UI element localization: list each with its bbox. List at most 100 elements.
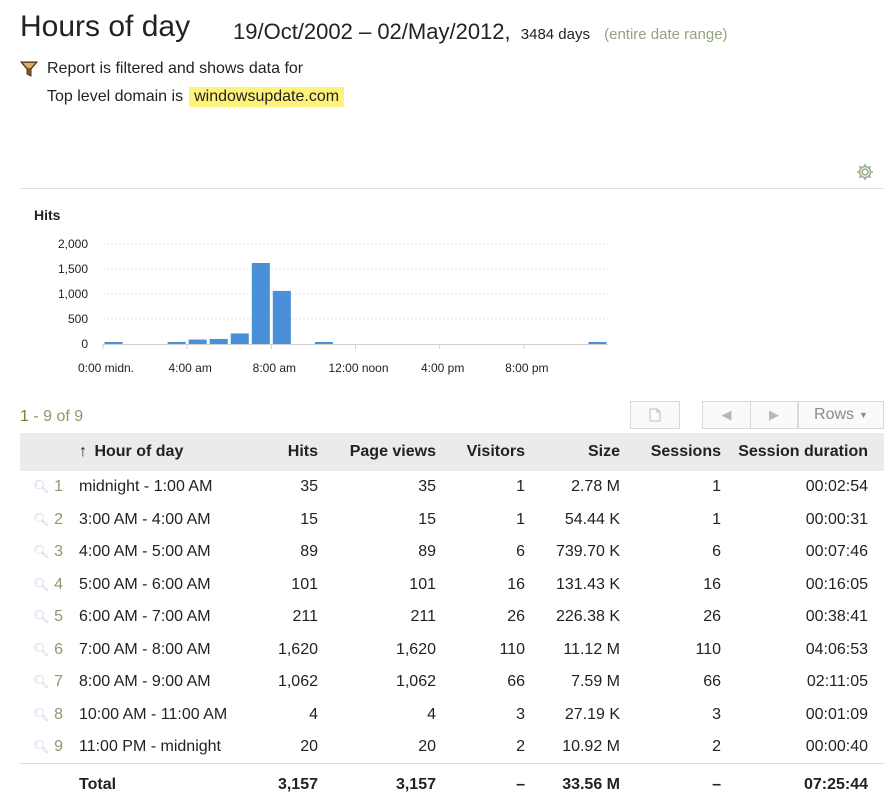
- row-lead: 🔍︎ 7: [20, 666, 79, 699]
- column-header-hour-label: Hour of day: [94, 443, 184, 460]
- date-range-text: 19/Oct/2002 – 02/May/2012,: [233, 19, 511, 44]
- next-page-button[interactable]: ▶: [750, 401, 798, 429]
- funnel-icon: [20, 61, 38, 77]
- previous-page-button[interactable]: ◀: [702, 401, 750, 429]
- row-lead: 🔍︎ 4: [20, 569, 79, 602]
- cell-hour: 5:00 AM - 6:00 AM: [79, 575, 211, 593]
- cell-hour: 8:00 AM - 9:00 AM: [79, 673, 211, 691]
- table-row[interactable]: 🔍︎ 1 midnight - 1:00 AM 35 35 1 2.78 M 1 00:02:5…: [20, 471, 884, 504]
- date-range: 19/Oct/2002 – 02/May/2012, 3484 days (en…: [233, 19, 728, 45]
- column-header-sessions[interactable]: Sessions: [636, 433, 737, 471]
- table-row[interactable]: 🔍︎ 5 6:00 AM - 7:00 AM 211 211 26 226.38 K 26 00…: [20, 601, 884, 634]
- cell-hits: 1,620: [277, 640, 318, 658]
- magnifier-icon[interactable]: 🔍︎: [33, 674, 50, 690]
- y-tick-label: 1,500: [58, 262, 88, 276]
- y-tick-label: 1,000: [58, 287, 88, 301]
- gear-icon[interactable]: [855, 162, 875, 182]
- row-lead: 🔍︎ 6: [20, 634, 79, 667]
- row-number: 3: [54, 543, 63, 561]
- column-header-hour[interactable]: ↑ Hour of day: [20, 433, 248, 471]
- cell-page-views: 15: [418, 510, 436, 528]
- bar-hour-23: [588, 342, 607, 344]
- cell-sessions: 6: [712, 543, 721, 561]
- cell-size: 739.70 K: [555, 543, 620, 561]
- table-row[interactable]: 🔍︎ 8 10:00 AM - 11:00 AM 4 4 3 27.19 K 3 00:01:0…: [20, 699, 884, 732]
- bar-hour-3: [167, 342, 186, 344]
- cell-hour: 11:00 PM - midnight: [79, 738, 221, 755]
- cell-visitors: 3: [516, 705, 525, 723]
- cell-hits: 35: [300, 478, 318, 496]
- magnifier-icon[interactable]: 🔍︎: [33, 739, 50, 755]
- magnifier-icon[interactable]: 🔍︎: [33, 707, 50, 723]
- table-row[interactable]: 🔍︎ 7 8:00 AM - 9:00 AM 1,062 1,062 66 7.59 M 66…: [20, 666, 884, 699]
- result-range-rest: - 9 of 9: [28, 408, 84, 425]
- cell-sessions: 110: [695, 640, 721, 658]
- table-row[interactable]: 🔍︎ 2 3:00 AM - 4:00 AM 15 15 1 54.44 K 1 00:00:3…: [20, 504, 884, 537]
- export-button[interactable]: [630, 401, 680, 429]
- cell-size: 7.59 M: [571, 673, 620, 691]
- rows-dropdown[interactable]: Rows ▼: [798, 401, 884, 429]
- rows-label: Rows: [814, 406, 855, 423]
- total-size: 33.56 M: [562, 775, 620, 793]
- cell-page-views: 20: [418, 738, 436, 755]
- cell-visitors: 110: [499, 640, 525, 658]
- magnifier-icon[interactable]: 🔍︎: [33, 577, 50, 593]
- magnifier-icon[interactable]: 🔍︎: [33, 609, 50, 625]
- cell-hits: 101: [291, 575, 318, 593]
- column-header-visitors[interactable]: Visitors: [452, 433, 541, 471]
- cell-visitors: 1: [516, 478, 525, 496]
- total-page-views: 3,157: [395, 775, 436, 793]
- row-number: 2: [54, 510, 63, 528]
- row-lead: 🔍︎ 5: [20, 601, 79, 634]
- cell-session-duration: 00:16:05: [805, 575, 868, 593]
- chevron-down-icon: ▼: [859, 410, 868, 420]
- table-row[interactable]: 🔍︎ 4 5:00 AM - 6:00 AM 101 101 16 131.43 K 16 00…: [20, 569, 884, 602]
- table-row[interactable]: 🔍︎ 3 4:00 AM - 5:00 AM 89 89 6 739.70 K 6 00:07:…: [20, 536, 884, 569]
- document-icon: [649, 408, 661, 422]
- row-number: 4: [54, 575, 63, 593]
- cell-sessions: 66: [703, 673, 721, 691]
- table-row[interactable]: 🔍︎ 9 11:00 PM - midnight 20 20 2 10.92 M 2 00:00…: [20, 731, 884, 764]
- cell-sessions: 3: [712, 705, 721, 723]
- magnifier-icon[interactable]: 🔍︎: [33, 642, 50, 658]
- result-range-first: 1: [20, 408, 29, 425]
- magnifier-icon[interactable]: 🔍︎: [33, 479, 50, 495]
- filter-notice: Report is filtered and shows data for To…: [20, 60, 345, 107]
- magnifier-icon[interactable]: 🔍︎: [33, 512, 50, 528]
- cell-session-duration: 00:00:40: [805, 738, 868, 755]
- cell-sessions: 1: [712, 478, 721, 496]
- table-row[interactable]: 🔍︎ 6 7:00 AM - 8:00 AM 1,620 1,620 110 11.12 M…: [20, 634, 884, 667]
- hits-chart: Hits 2,000 1,500 1,000 500 0 0:00 midn. 4:00 am…: [20, 200, 620, 380]
- table-header-row: ↑ Hour of day Hits Page views Visitors S…: [20, 433, 884, 471]
- row-lead: 🔍︎ 9: [20, 731, 79, 764]
- chart-title: Hits: [34, 207, 61, 223]
- column-header-session-duration[interactable]: Session duration: [737, 433, 884, 471]
- column-header-page-views[interactable]: Page views: [334, 433, 452, 471]
- row-number: 8: [54, 705, 63, 723]
- total-visitors: –: [516, 775, 525, 793]
- bar-hour-5: [209, 338, 228, 344]
- column-header-hits[interactable]: Hits: [248, 433, 334, 471]
- cell-visitors: 6: [516, 543, 525, 561]
- row-number: 5: [54, 608, 63, 626]
- report-table: ↑ Hour of day Hits Page views Visitors S…: [20, 433, 884, 806]
- triangle-right-icon: ▶: [769, 407, 779, 422]
- entire-date-range-link[interactable]: (entire date range): [604, 26, 727, 43]
- cell-hour: midnight - 1:00 AM: [79, 478, 213, 496]
- row-number: 6: [54, 640, 63, 658]
- cell-hour: 10:00 AM - 11:00 AM: [79, 705, 228, 723]
- triangle-left-icon: ◀: [721, 407, 732, 422]
- cell-page-views: 89: [418, 543, 436, 561]
- cell-size: 27.19 K: [564, 705, 620, 723]
- cell-hits: 15: [300, 510, 318, 528]
- cell-hits: 211: [292, 608, 318, 626]
- cell-size: 11.12 M: [563, 640, 620, 658]
- row-lead: 🔍︎ 8: [20, 699, 79, 732]
- cell-hour: 7:00 AM - 8:00 AM: [79, 640, 211, 658]
- magnifier-icon[interactable]: 🔍︎: [33, 544, 50, 560]
- column-header-size[interactable]: Size: [541, 433, 636, 471]
- y-tick-label: 500: [68, 312, 88, 326]
- cell-sessions: 16: [703, 575, 721, 593]
- cell-session-duration: 04:06:53: [805, 640, 868, 658]
- cell-size: 54.44 K: [564, 510, 620, 528]
